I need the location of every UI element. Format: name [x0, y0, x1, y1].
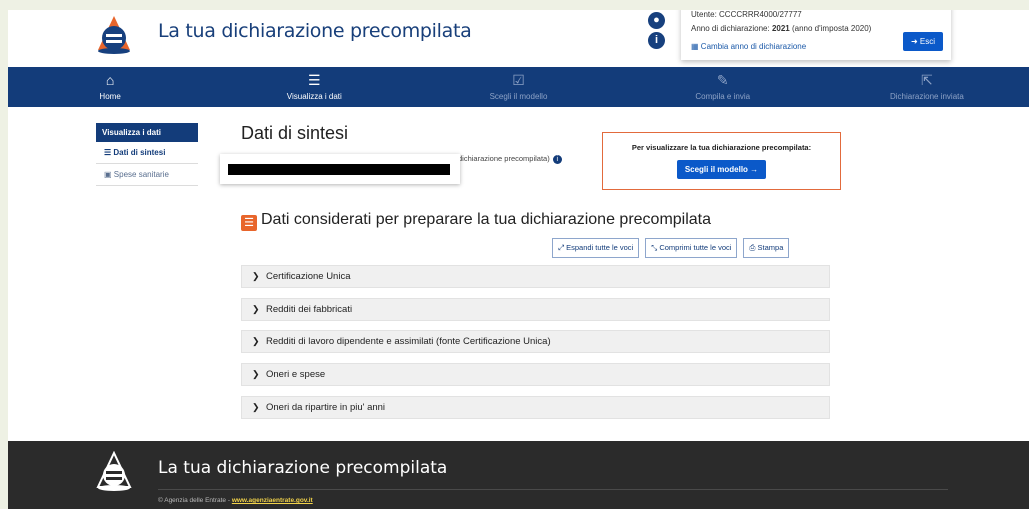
list-icon: ☰ — [104, 148, 112, 157]
accordion-label: Oneri e spese — [266, 369, 326, 380]
home-icon: ⌂ — [105, 72, 115, 88]
nav-label: Home — [99, 92, 121, 101]
print-icon: ⎙ — [749, 243, 756, 252]
redacted-popup — [220, 154, 460, 184]
logout-button[interactable]: ➜ Esci — [902, 32, 943, 51]
agenzia-logo[interactable] — [96, 14, 132, 54]
accordion-item[interactable]: ❯ Oneri e spese — [241, 363, 830, 386]
nav-compila[interactable]: ✎ Compila e invia — [621, 67, 825, 107]
sidebar-item-dati-sintesi[interactable]: ☰ Dati di sintesi — [96, 142, 198, 164]
sidebar: Visualizza i dati ☰ Dati di sintesi ▣ Sp… — [96, 123, 198, 186]
user-id: Utente: CCCCRRR4000/27777 — [691, 10, 802, 19]
edit-icon: ✎ — [716, 72, 729, 88]
accessibility-icon[interactable]: ● — [648, 12, 665, 29]
chevron-down-icon: ❯ — [252, 336, 260, 346]
accordion-label: Redditi di lavoro dipendente e assimilat… — [266, 336, 551, 347]
accordion-label: Certificazione Unica — [266, 271, 351, 282]
expand-all-button[interactable]: ⤢ Espandi tutte le voci — [552, 238, 640, 258]
user-panel: Utente: CCCCRRR4000/27777 Anno di dichia… — [681, 10, 951, 60]
divider — [158, 489, 948, 490]
sidebar-item-label: Dati di sintesi — [113, 148, 166, 157]
sidebar-item-label: Spese sanitarie — [113, 170, 169, 179]
accordion-item[interactable]: ❯ Redditi dei fabbricati — [241, 298, 830, 321]
copyright-text: © Agenzia delle Entrate - — [158, 497, 232, 504]
toolbar: ⤢ Espandi tutte le voci ⤡ Comprimi tutte… — [552, 238, 790, 258]
section-title-text: Dati considerati per preparare la tua di… — [261, 211, 712, 228]
footer: La tua dichiarazione precompilata © Agen… — [8, 441, 1029, 509]
checkbox-icon: ☑ — [512, 72, 525, 88]
logout-label: Esci — [919, 37, 935, 46]
accordion-item[interactable]: ❯ Certificazione Unica — [241, 265, 830, 288]
cta-text: Per visualizzare la tua dichiarazione pr… — [631, 143, 812, 152]
year-value: 2021 — [771, 24, 790, 33]
nav-label: Visualizza i dati — [286, 92, 342, 101]
share-icon: ⇱ — [921, 72, 933, 88]
year-label: Anno di dichiarazione: — [691, 24, 770, 33]
nav-visualizza[interactable]: ☰ Visualizza i dati — [212, 67, 416, 107]
subtitle-text: dichiarazione precompilata) — [458, 154, 550, 163]
chevron-down-icon: ❯ — [252, 304, 260, 314]
nav-label: Scegli il modello — [489, 92, 548, 101]
footer-title: La tua dichiarazione precompilata — [158, 458, 448, 478]
year-note: (anno d'imposta 2020) — [791, 24, 872, 33]
chevron-down-icon: ❯ — [252, 369, 260, 379]
accordion-item[interactable]: ❯ Redditi di lavoro dipendente e assimila… — [241, 330, 830, 353]
nav-inviata[interactable]: ⇱ Dichiarazione inviata — [825, 67, 1029, 107]
page: La tua dichiarazione precompilata ● i Ut… — [8, 10, 1029, 509]
list-icon: ☰ — [308, 72, 321, 88]
print-label: Stampa — [757, 243, 784, 252]
info-icon[interactable]: i — [552, 155, 562, 164]
main-nav: ⌂ Home ☰ Visualizza i dati ☑ Scegli il m… — [8, 67, 1029, 107]
nav-scegli-modello[interactable]: ☑ Scegli il modello — [416, 67, 620, 107]
list-icon: ☰ — [241, 215, 257, 231]
page-title: Dati di sintesi — [241, 123, 349, 143]
app-title[interactable]: La tua dichiarazione precompilata — [158, 20, 472, 42]
choose-model-box: Per visualizzare la tua dichiarazione pr… — [602, 132, 841, 190]
redaction-bar — [228, 164, 450, 175]
accordion-label: Redditi dei fabbricati — [266, 304, 353, 315]
footer-copyright: © Agenzia delle Entrate - www.agenziaent… — [158, 497, 313, 504]
print-button[interactable]: ⎙ Stampa — [743, 238, 790, 258]
change-year-label: Cambia anno di dichiarazione — [700, 42, 807, 51]
section-title: ☰ Dati considerati per preparare la tua d… — [241, 211, 711, 231]
agenzia-link[interactable]: www.agenziaentrate.gov.it — [232, 497, 313, 504]
collapse-icon: ⤡ — [651, 243, 658, 252]
collapse-label: Comprimi tutte le voci — [659, 243, 732, 252]
agenzia-logo — [96, 451, 132, 491]
expand-label: Espandi tutte le voci — [566, 243, 634, 252]
calendar-icon: ▦ — [691, 42, 699, 51]
subtitle: dichiarazione precompilata) i — [458, 154, 562, 164]
logout-icon: ➜ — [910, 37, 918, 46]
choose-model-button[interactable]: Scegli il modello → — [676, 160, 767, 179]
collapse-all-button[interactable]: ⤡ Comprimi tutte le voci — [645, 238, 738, 258]
nav-label: Compila e invia — [695, 92, 751, 101]
sidebar-item-spese-sanitarie[interactable]: ▣ Spese sanitarie — [96, 164, 198, 186]
info-icon[interactable]: i — [648, 32, 665, 49]
header: La tua dichiarazione precompilata ● i Ut… — [8, 10, 1029, 68]
medical-icon: ▣ — [104, 170, 112, 179]
chevron-down-icon: ❯ — [252, 402, 260, 412]
nav-home[interactable]: ⌂ Home — [8, 67, 212, 107]
nav-label: Dichiarazione inviata — [890, 92, 964, 101]
accordion-label: Oneri da ripartire in piu' anni — [266, 402, 386, 413]
sidebar-header[interactable]: Visualizza i dati — [96, 123, 198, 142]
expand-icon: ⤢ — [558, 243, 564, 252]
accordion-item[interactable]: ❯ Oneri da ripartire in piu' anni — [241, 396, 830, 419]
chevron-down-icon: ❯ — [252, 271, 260, 281]
